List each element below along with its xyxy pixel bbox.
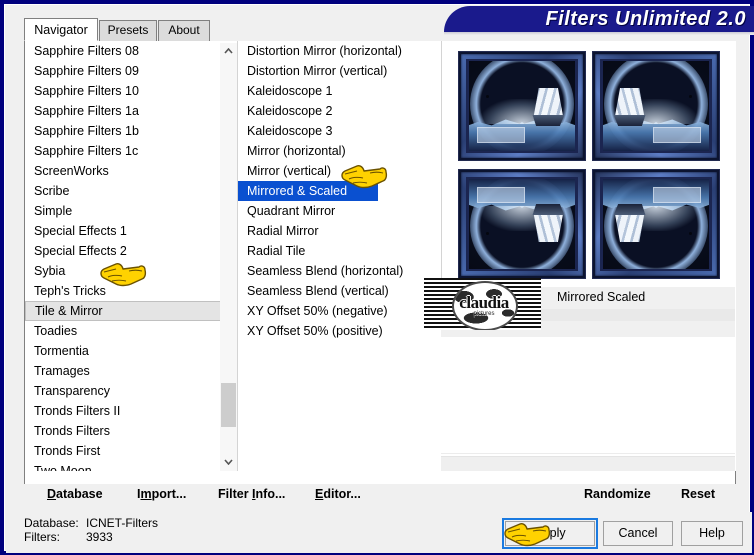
list-item[interactable]: Distortion Mirror (horizontal) <box>238 41 441 61</box>
scroll-up-chevron-icon[interactable] <box>220 43 237 60</box>
watermark-subtext: pictures <box>473 311 495 317</box>
reset-button[interactable]: Reset <box>681 487 715 501</box>
action-row: Database Import... Filter Info... Editor… <box>24 484 736 508</box>
list-item[interactable]: ScreenWorks <box>25 161 236 181</box>
list-item[interactable]: Quadrant Mirror <box>238 201 441 221</box>
list-item[interactable]: Two Moon <box>25 461 236 471</box>
list-item[interactable]: XY Offset 50% (negative) <box>238 301 441 321</box>
preview-thumbnail <box>458 169 586 279</box>
filters-value: 3933 <box>86 530 113 544</box>
scroll-down-chevron-icon[interactable] <box>220 454 237 471</box>
window-frame: Filters Unlimited 2.0 Navigator Presets … <box>4 4 754 553</box>
list-item[interactable]: Radial Mirror <box>238 221 441 241</box>
database-value: ICNET-Filters <box>86 516 158 530</box>
list-item[interactable]: Sybia <box>25 261 236 281</box>
database-button[interactable]: Database <box>47 487 103 501</box>
list-item[interactable]: Mirror (horizontal) <box>238 141 441 161</box>
list-item[interactable]: Sapphire Filters 1c <box>25 141 236 161</box>
watermark-text: claudia <box>459 293 509 312</box>
list-item[interactable]: Special Effects 2 <box>25 241 236 261</box>
list-item[interactable]: Tronds Filters <box>25 421 236 441</box>
preview-thumbnail <box>592 51 720 161</box>
database-label: Database: <box>24 516 79 530</box>
list-item[interactable]: Distortion Mirror (vertical) <box>238 61 441 81</box>
list-item[interactable]: Kaleidoscope 1 <box>238 81 441 101</box>
filter-item-selected[interactable]: Mirrored & Scaled <box>238 181 378 201</box>
claudia-watermark-logo: claudia pictures <box>424 278 541 330</box>
category-item-selected[interactable]: Tile & Mirror <box>25 301 236 321</box>
list-item[interactable]: Kaleidoscope 3 <box>238 121 441 141</box>
editor-button[interactable]: Editor... <box>315 487 361 501</box>
parameter-row[interactable] <box>441 431 735 454</box>
category-list[interactable]: Sapphire Filters 08 Sapphire Filters 09 … <box>25 41 236 471</box>
import-accel: m <box>140 487 152 501</box>
list-item[interactable]: XY Offset 50% (positive) <box>238 321 441 341</box>
tab-about[interactable]: About <box>158 20 210 41</box>
preview-thumbnail-grid <box>458 51 720 279</box>
filter-info-button[interactable]: Filter Info... <box>218 487 285 501</box>
apply-button-highlight <box>502 518 598 549</box>
list-item[interactable]: Tronds First <box>25 441 236 461</box>
cancel-button[interactable]: Cancel <box>603 521 673 546</box>
title-banner: Filters Unlimited 2.0 <box>444 6 754 32</box>
filter-info-pre: Filter <box>218 487 253 501</box>
tab-navigator-label: Navigator <box>34 23 88 37</box>
list-item[interactable]: Tormentia <box>25 341 236 361</box>
list-item[interactable]: Special Effects 1 <box>25 221 236 241</box>
tab-presets-label: Presets <box>107 23 149 37</box>
client-area: Sapphire Filters 08 Sapphire Filters 09 … <box>24 41 736 507</box>
list-item[interactable]: Seamless Blend (horizontal) <box>238 261 441 281</box>
parameter-row[interactable] <box>441 343 735 366</box>
editor-rest: ditor... <box>323 487 361 501</box>
list-item[interactable]: Sapphire Filters 1a <box>25 101 236 121</box>
parameter-row[interactable] <box>441 409 735 432</box>
category-list-scrollbar[interactable] <box>220 43 237 471</box>
list-item[interactable]: Mirror (vertical) <box>238 161 441 181</box>
window-client-frame: Filters Unlimited 2.0 Navigator Presets … <box>6 6 754 553</box>
import-rest: port... <box>151 487 187 501</box>
list-item[interactable]: Sapphire Filters 1b <box>25 121 236 141</box>
app-title: Filters Unlimited 2.0 <box>545 8 746 30</box>
parameter-row[interactable] <box>441 365 735 388</box>
filter-info-rest: nfo... <box>255 487 286 501</box>
application-window: Filters Unlimited 2.0 Navigator Presets … <box>0 0 754 555</box>
list-item[interactable]: Radial Tile <box>238 241 441 261</box>
list-item[interactable]: Tronds Filters II <box>25 401 236 421</box>
preview-thumbnail <box>592 169 720 279</box>
database-accel: D <box>47 487 57 501</box>
list-item[interactable]: Transparency <box>25 381 236 401</box>
list-item[interactable]: Seamless Blend (vertical) <box>238 281 441 301</box>
list-item[interactable]: Scribe <box>25 181 236 201</box>
database-rest: atabase <box>56 487 103 501</box>
list-item[interactable]: Teph's Tricks <box>25 281 236 301</box>
list-item[interactable]: Sapphire Filters 10 <box>25 81 236 101</box>
selected-filter-name: Mirrored Scaled <box>557 290 646 304</box>
parameter-row[interactable] <box>441 387 735 410</box>
list-item[interactable]: Sapphire Filters 09 <box>25 61 236 81</box>
help-button[interactable]: Help <box>681 521 743 546</box>
list-item[interactable]: Sapphire Filters 08 <box>25 41 236 61</box>
preview-thumbnail <box>458 51 586 161</box>
tab-navigator[interactable]: Navigator <box>24 18 98 41</box>
list-item[interactable]: Kaleidoscope 2 <box>238 101 441 121</box>
parameter-footer <box>441 456 735 471</box>
import-button[interactable]: Import... <box>137 487 186 501</box>
title-banner-shadow <box>444 32 754 35</box>
tab-about-label: About <box>168 23 200 37</box>
status-bar: Database: ICNET-Filters Filters: 3933 Ap… <box>6 512 752 553</box>
list-item[interactable]: Tramages <box>25 361 236 381</box>
list-item[interactable]: Simple <box>25 201 236 221</box>
filters-label: Filters: <box>24 530 60 544</box>
filter-list[interactable]: Distortion Mirror (horizontal) Distortio… <box>237 41 441 471</box>
list-item[interactable]: Toadies <box>25 321 236 341</box>
scrollbar-thumb[interactable] <box>221 383 236 427</box>
randomize-button[interactable]: Randomize <box>584 487 651 501</box>
tab-presets[interactable]: Presets <box>99 20 157 41</box>
